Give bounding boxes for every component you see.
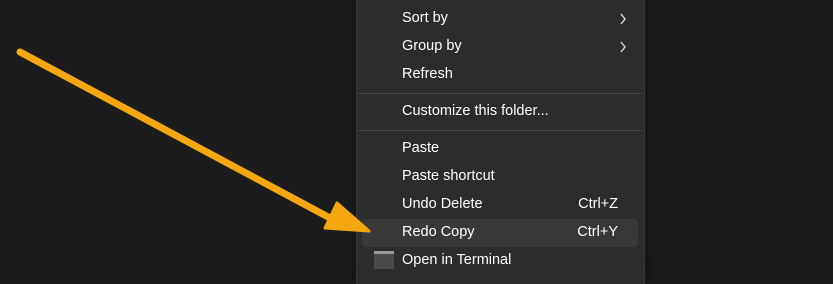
annotation-arrow-icon [16,48,371,233]
